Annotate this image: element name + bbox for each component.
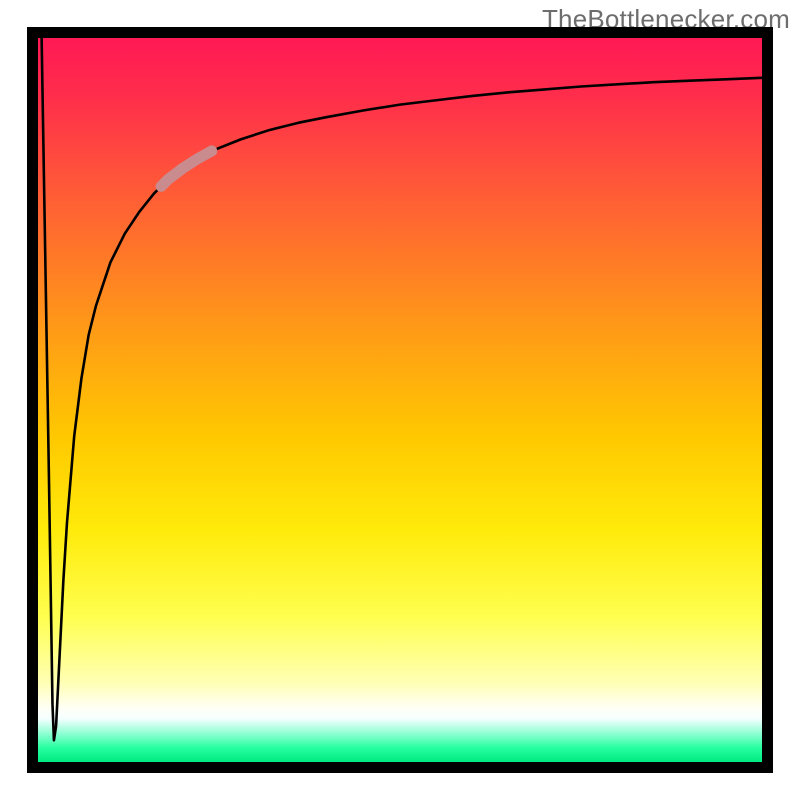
chart-root: TheBottlenecker.com <box>0 0 800 800</box>
bottleneck-curve-svg <box>38 38 762 762</box>
bottleneck-curve-highlight <box>161 151 212 186</box>
plot-frame <box>27 27 773 773</box>
bottleneck-curve <box>42 38 762 740</box>
plot-area <box>38 38 762 762</box>
